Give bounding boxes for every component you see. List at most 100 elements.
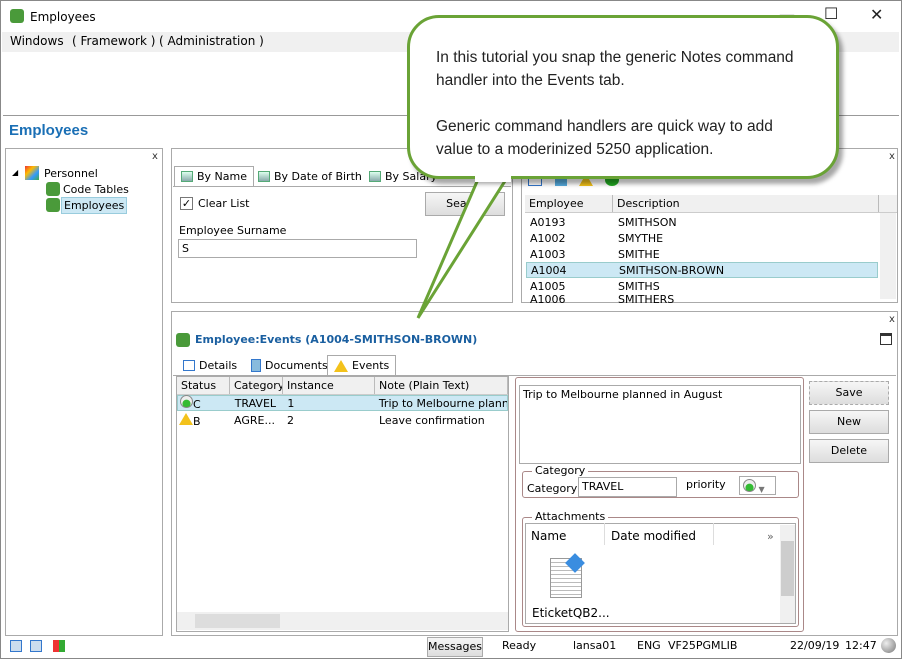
- note-cell: Leave confirmation: [379, 413, 485, 427]
- connection-status-icon: [881, 638, 896, 653]
- status-date: 22/09/19: [790, 639, 840, 652]
- tab-label: Events: [352, 359, 390, 372]
- divider: [604, 523, 605, 545]
- category-input[interactable]: TRAVEL: [578, 477, 677, 497]
- new-button[interactable]: New: [809, 410, 889, 434]
- column-header[interactable]: Employee: [525, 195, 613, 212]
- employee-id-cell: A0193: [530, 215, 566, 229]
- tab-events[interactable]: Events: [327, 355, 397, 375]
- table-row[interactable]: A1006 SMITHERS: [526, 294, 878, 304]
- description-cell: SMITHS: [618, 279, 660, 293]
- column-header[interactable]: Note (Plain Text): [375, 377, 508, 394]
- employee-id-cell: A1004: [531, 263, 567, 277]
- table-row[interactable]: A1004 SMITHSON-BROWN: [526, 262, 878, 278]
- description-cell: SMITHERS: [618, 294, 675, 304]
- status-language: ENG: [637, 639, 661, 652]
- employee-id-cell: A1003: [530, 247, 566, 261]
- tab-icon: [258, 170, 270, 182]
- table-row[interactable]: A1005 SMITHS: [526, 278, 878, 294]
- attachments-group-label: Attachments: [532, 510, 609, 523]
- tab-icon: [369, 170, 381, 182]
- scrollbar[interactable]: [880, 213, 896, 299]
- tab-label: By Date of Birth: [274, 169, 362, 183]
- navigation-tree-panel: [5, 148, 163, 636]
- warning-icon: [179, 412, 193, 425]
- callout-tail: [416, 168, 515, 319]
- delete-button[interactable]: Delete: [809, 439, 889, 463]
- documents-icon: [251, 358, 261, 372]
- attachment-filename[interactable]: EticketQB2...: [532, 606, 610, 620]
- table-row[interactable]: A0193 SMITHSON: [526, 214, 878, 230]
- clear-list-checkbox[interactable]: ✓: [180, 197, 193, 210]
- column-header[interactable]: Instance: [283, 377, 375, 394]
- table-row[interactable]: A1002 SMYTHE: [526, 230, 878, 246]
- close-panel-icon[interactable]: x: [889, 151, 895, 162]
- employee-list-header: Employee Description: [525, 195, 897, 213]
- surname-input[interactable]: S: [178, 239, 417, 258]
- status-icon-3[interactable]: [53, 640, 65, 652]
- column-header[interactable]: Description: [613, 195, 879, 212]
- tab-label: By Name: [197, 170, 248, 183]
- column-header-name[interactable]: Name: [531, 529, 566, 543]
- scrollbar-thumb[interactable]: [195, 614, 280, 628]
- close-button[interactable]: ✕: [870, 5, 883, 24]
- save-button[interactable]: Save: [809, 381, 889, 405]
- menu-framework[interactable]: ( Framework ): [72, 34, 155, 48]
- instance-cell: 1: [287, 396, 295, 410]
- maximize-button[interactable]: ☐: [824, 4, 838, 23]
- table-row[interactable]: B AGRE... 2 Leave confirmation: [177, 412, 508, 428]
- puzzle-icon: [176, 333, 190, 347]
- close-panel-icon[interactable]: x: [889, 314, 895, 325]
- tab-by-name[interactable]: By Name: [174, 166, 255, 186]
- tree-item-employees[interactable]: Employees: [61, 197, 128, 214]
- category-cell: AGRE...: [234, 413, 275, 427]
- expand-icon[interactable]: ◢: [12, 168, 18, 177]
- table-row[interactable]: A1003 SMITHE: [526, 246, 878, 262]
- tab-by-date-of-birth[interactable]: By Date of Birth: [252, 166, 368, 186]
- messages-button[interactable]: Messages: [427, 637, 483, 657]
- tab-details[interactable]: Details: [177, 355, 243, 375]
- status-cell: B: [193, 414, 201, 428]
- status-icon-2[interactable]: [30, 640, 42, 652]
- scrollbar-thumb[interactable]: [781, 541, 794, 596]
- employee-id-cell: A1002: [530, 231, 566, 245]
- maximize-panel-icon[interactable]: [880, 333, 892, 345]
- surname-label: Employee Surname: [179, 224, 287, 237]
- tree-item-code-tables[interactable]: Code Tables: [63, 183, 129, 196]
- priority-label: priority: [686, 478, 726, 491]
- description-cell: SMITHE: [618, 247, 660, 261]
- status-library: VF25PGMLIB: [668, 639, 738, 652]
- column-header-date-modified[interactable]: Date modified: [611, 529, 696, 543]
- priority-ok-icon: [743, 479, 756, 492]
- details-icon: [183, 359, 195, 371]
- column-header[interactable]: Status: [177, 377, 230, 394]
- callout-text-2: Generic command handlers are quick way t…: [436, 118, 773, 158]
- window-title: Employees: [30, 10, 96, 24]
- status-state: Ready: [502, 639, 537, 652]
- tutorial-callout: In this tutorial you snap the generic No…: [407, 15, 839, 179]
- status-icon-1[interactable]: [10, 640, 22, 652]
- menu-administration[interactable]: ( Administration ): [159, 34, 264, 48]
- warning-icon: [334, 359, 348, 372]
- tab-documents[interactable]: Documents: [245, 355, 334, 375]
- puzzle-icon: [46, 198, 60, 212]
- employee-id-cell: A1005: [530, 279, 566, 293]
- note-cell: Trip to Melbourne planned: [378, 396, 507, 410]
- instance-cell: 2: [287, 413, 294, 427]
- app-icon: [10, 9, 24, 23]
- callout-text-1: In this tutorial you snap the generic No…: [436, 49, 794, 89]
- status-ok-icon: [180, 395, 193, 408]
- callout-tail-joint: [475, 170, 511, 182]
- tree-item-personnel[interactable]: Personnel: [44, 167, 98, 180]
- puzzle-icon: [46, 182, 60, 196]
- note-textarea[interactable]: Trip to Melbourne planned in August: [519, 385, 801, 464]
- table-row[interactable]: C TRAVEL 1 Trip to Melbourne planned: [177, 395, 508, 411]
- menu-windows[interactable]: Windows: [10, 34, 64, 48]
- more-columns-icon[interactable]: »: [767, 530, 774, 543]
- clear-list-label: Clear List: [198, 197, 250, 210]
- status-cell: C: [193, 398, 201, 411]
- priority-dropdown[interactable]: ▼: [739, 476, 776, 495]
- column-header[interactable]: Category: [230, 377, 283, 394]
- events-title: Employee:Events (A1004-SMITHSON-BROWN): [195, 333, 478, 346]
- close-panel-icon[interactable]: x: [152, 151, 158, 162]
